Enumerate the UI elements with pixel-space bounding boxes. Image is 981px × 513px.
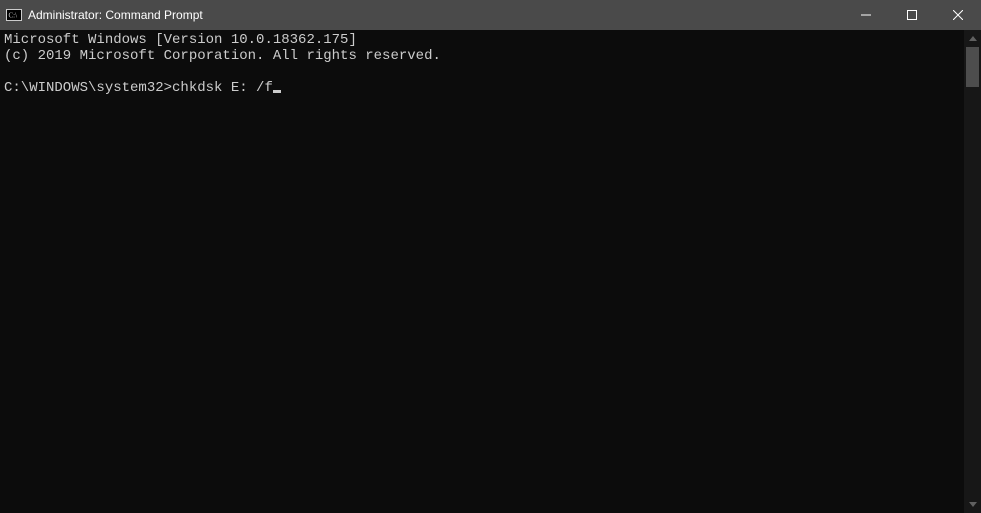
- scrollbar-thumb[interactable]: [966, 47, 979, 87]
- cmd-icon: C:\: [6, 7, 22, 23]
- window-controls: [843, 0, 981, 30]
- scrollbar-track[interactable]: [964, 47, 981, 496]
- vertical-scrollbar[interactable]: [964, 30, 981, 513]
- console-area[interactable]: Microsoft Windows [Version 10.0.18362.17…: [0, 30, 981, 513]
- command-input[interactable]: chkdsk E: /f: [172, 80, 273, 96]
- maximize-button[interactable]: [889, 0, 935, 30]
- close-icon: [953, 10, 963, 20]
- svg-text:C:\: C:\: [9, 12, 18, 20]
- version-line: Microsoft Windows [Version 10.0.18362.17…: [4, 32, 357, 48]
- scroll-down-button[interactable]: [964, 496, 981, 513]
- maximize-icon: [907, 10, 917, 20]
- close-button[interactable]: [935, 0, 981, 30]
- console-output[interactable]: Microsoft Windows [Version 10.0.18362.17…: [0, 30, 964, 513]
- prompt-text: C:\WINDOWS\system32>: [4, 80, 172, 96]
- text-cursor: [273, 90, 281, 93]
- minimize-icon: [861, 10, 871, 20]
- titlebar-left: C:\ Administrator: Command Prompt: [0, 7, 203, 23]
- scroll-up-button[interactable]: [964, 30, 981, 47]
- minimize-button[interactable]: [843, 0, 889, 30]
- window-title: Administrator: Command Prompt: [28, 8, 203, 22]
- titlebar[interactable]: C:\ Administrator: Command Prompt: [0, 0, 981, 30]
- chevron-down-icon: [969, 502, 977, 507]
- chevron-up-icon: [969, 36, 977, 41]
- copyright-line: (c) 2019 Microsoft Corporation. All righ…: [4, 48, 441, 64]
